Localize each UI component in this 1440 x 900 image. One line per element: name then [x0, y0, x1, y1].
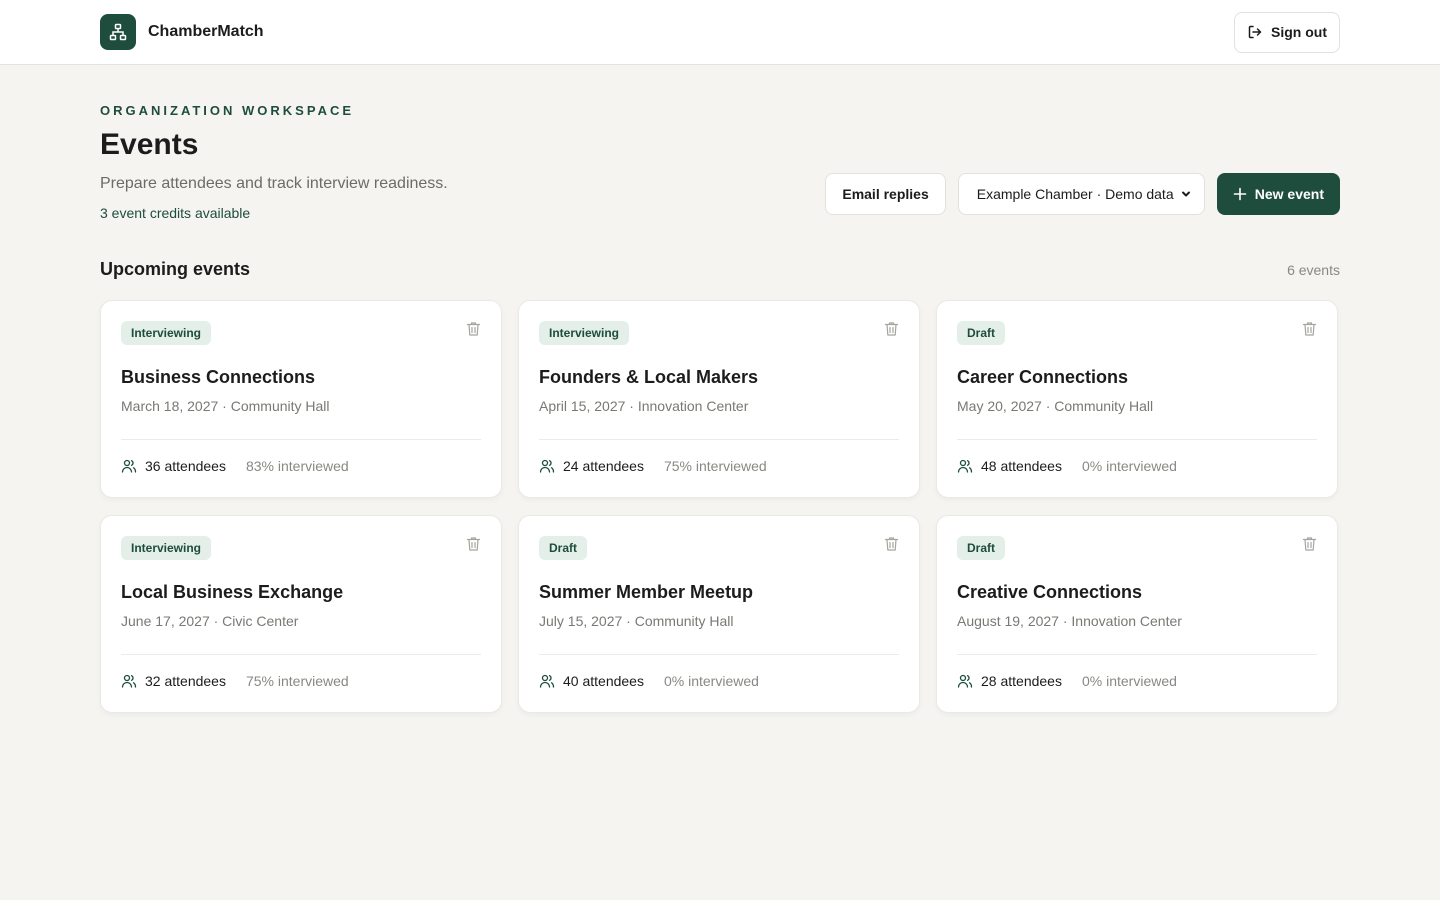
users-icon [957, 459, 973, 473]
attendees-count: 48 attendees [981, 458, 1062, 474]
page-subtitle: Prepare attendees and track interview re… [100, 175, 448, 192]
attendees-stat: 32 attendees [121, 673, 226, 689]
page-header-text: Events Prepare attendees and track inter… [100, 118, 448, 221]
header-actions: Email replies Example Chamber · Demo dat… [825, 173, 1340, 215]
trash-icon[interactable] [466, 536, 481, 557]
page-header: Events Prepare attendees and track inter… [100, 118, 1340, 221]
users-icon [121, 674, 137, 688]
section-header: Upcoming events 6 events [100, 259, 1340, 280]
event-card[interactable]: Interviewing Business Connections March … [100, 300, 502, 498]
event-date-location: March 18, 2027 · Community Hall [121, 398, 330, 414]
divider [121, 654, 481, 655]
event-date-location: April 15, 2027 · Innovation Center [539, 398, 749, 414]
status-badge: Draft [957, 536, 1006, 560]
divider [957, 439, 1317, 440]
event-title: Career Connections [957, 367, 1129, 387]
organization-select-value: Example Chamber · Demo data [976, 186, 1174, 202]
interviewed-percent: 75% interviewed [663, 458, 767, 474]
top-bar: ChamberMatch Sign out [0, 0, 1440, 65]
main-content: ORGANIZATION WORKSPACE Events Prepare at… [0, 65, 1440, 713]
section-title: Upcoming events [100, 259, 251, 279]
event-card[interactable]: Draft Career Connections May 20, 2027 · … [936, 300, 1338, 498]
trash-icon[interactable] [884, 321, 899, 342]
status-badge: Interviewing [121, 321, 212, 345]
divider [121, 439, 481, 440]
trash-icon[interactable] [1302, 536, 1317, 557]
event-stats: 24 attendees 75% interviewed [539, 458, 899, 474]
status-badge: Draft [539, 536, 588, 560]
event-title: Local Business Exchange [121, 582, 344, 602]
event-stats: 36 attendees 83% interviewed [121, 458, 481, 474]
organization-select[interactable]: Example Chamber · Demo data [957, 173, 1205, 215]
interviewed-percent: 83% interviewed [245, 458, 349, 474]
attendees-stat: 40 attendees [539, 673, 644, 689]
users-icon [539, 459, 555, 473]
event-card[interactable]: Interviewing Founders & Local Makers Apr… [518, 300, 920, 498]
event-date-location: June 17, 2027 · Civic Center [121, 613, 299, 629]
attendees-count: 32 attendees [145, 673, 226, 689]
event-title: Founders & Local Makers [539, 367, 759, 387]
event-card[interactable]: Interviewing Local Business Exchange Jun… [100, 515, 502, 713]
network-logo-icon [100, 14, 136, 50]
event-stats: 28 attendees 0% interviewed [957, 673, 1317, 689]
sign-out-icon [1248, 25, 1262, 39]
divider [539, 439, 899, 440]
attendees-stat: 28 attendees [957, 673, 1062, 689]
event-stats: 32 attendees 75% interviewed [121, 673, 481, 689]
sign-out-label: Sign out [1271, 24, 1327, 40]
event-date-location: May 20, 2027 · Community Hall [957, 398, 1154, 414]
chevron-down-icon [1181, 191, 1190, 197]
interviewed-percent: 0% interviewed [663, 673, 759, 689]
page-title: Events [100, 128, 199, 161]
status-badge: Interviewing [121, 536, 212, 560]
users-icon [957, 674, 973, 688]
status-badge: Interviewing [539, 321, 630, 345]
new-event-button[interactable]: New event [1216, 173, 1340, 215]
email-replies-button[interactable]: Email replies [825, 173, 946, 215]
interviewed-percent: 0% interviewed [1081, 673, 1177, 689]
workspace-eyebrow: ORGANIZATION WORKSPACE [100, 103, 355, 118]
event-title: Creative Connections [957, 582, 1143, 602]
divider [957, 654, 1317, 655]
attendees-count: 28 attendees [981, 673, 1062, 689]
event-stats: 40 attendees 0% interviewed [539, 673, 899, 689]
event-title: Business Connections [121, 367, 316, 387]
interviewed-percent: 75% interviewed [245, 673, 349, 689]
attendees-count: 24 attendees [563, 458, 644, 474]
event-date-location: August 19, 2027 · Innovation Center [957, 613, 1182, 629]
divider [539, 654, 899, 655]
attendees-count: 40 attendees [563, 673, 644, 689]
event-grid: Interviewing Business Connections March … [100, 300, 1340, 713]
plus-icon [1233, 187, 1247, 201]
event-title: Summer Member Meetup [539, 582, 754, 602]
event-date-location: July 15, 2027 · Community Hall [539, 613, 734, 629]
event-credits: 3 event credits available [100, 205, 251, 221]
attendees-count: 36 attendees [145, 458, 226, 474]
new-event-label: New event [1254, 186, 1324, 202]
attendees-stat: 24 attendees [539, 458, 644, 474]
event-stats: 48 attendees 0% interviewed [957, 458, 1317, 474]
event-count: 6 events [1287, 261, 1340, 278]
users-icon [539, 674, 555, 688]
sign-out-button[interactable]: Sign out [1234, 11, 1340, 53]
interviewed-percent: 0% interviewed [1081, 458, 1177, 474]
trash-icon[interactable] [466, 321, 481, 342]
event-card[interactable]: Draft Summer Member Meetup July 15, 2027… [518, 515, 920, 713]
app-name: ChamberMatch [148, 23, 264, 40]
attendees-stat: 48 attendees [957, 458, 1062, 474]
trash-icon[interactable] [1302, 321, 1317, 342]
attendees-stat: 36 attendees [121, 458, 226, 474]
event-card[interactable]: Draft Creative Connections August 19, 20… [936, 515, 1338, 713]
trash-icon[interactable] [884, 536, 899, 557]
brand[interactable]: ChamberMatch [100, 14, 264, 50]
status-badge: Draft [957, 321, 1006, 345]
users-icon [121, 459, 137, 473]
